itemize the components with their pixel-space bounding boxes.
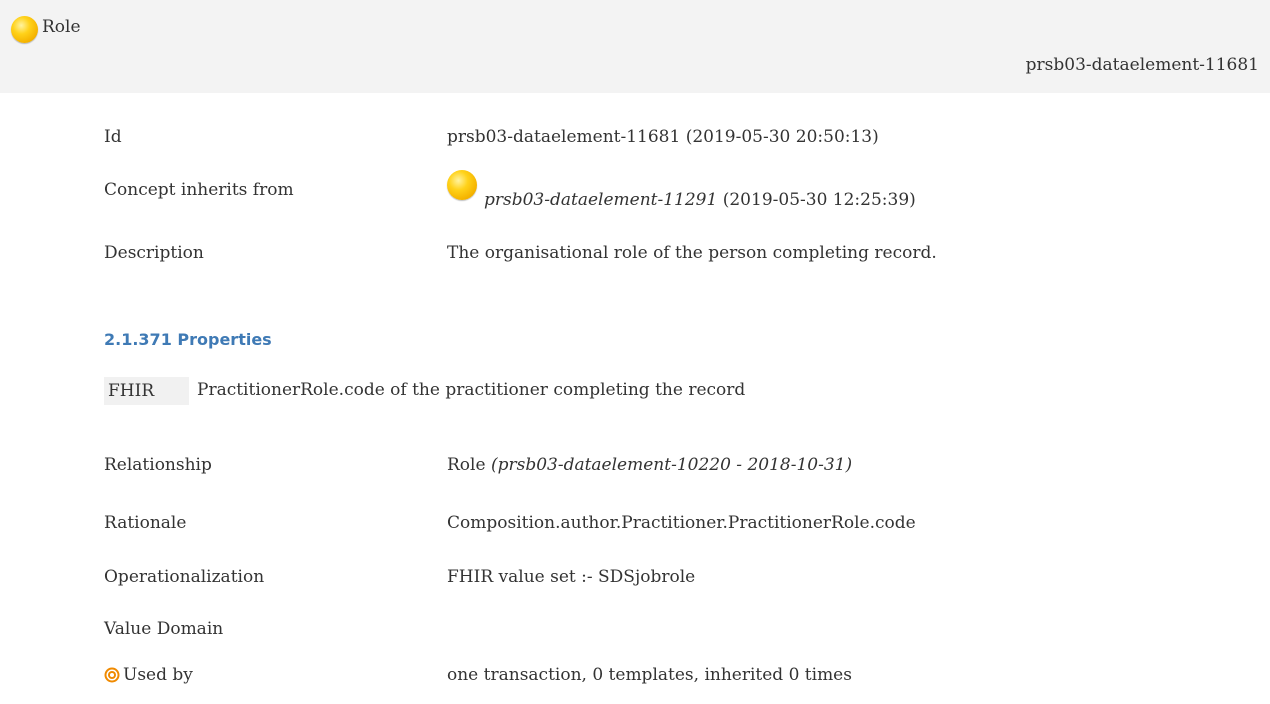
relationship-label: Relationship — [104, 455, 212, 475]
fhir-badge: FHIR — [104, 377, 189, 405]
id-value: prsb03-dataelement-11681 (2019-05-30 20:… — [447, 127, 879, 147]
operationalization-value: FHIR value set :- SDSjobrole — [447, 567, 696, 587]
rationale-label: Rationale — [104, 513, 187, 533]
relationship-name: Role — [447, 455, 486, 475]
operationalization-label: Operationalization — [104, 567, 265, 587]
used-by-value: one transaction, 0 templates, inherited … — [447, 665, 852, 685]
relationship-ref[interactable]: (prsb03-dataelement-10220 - 2018-10-31) — [491, 455, 852, 475]
relationship-value: Role (prsb03-dataelement-10220 - 2018-10… — [447, 455, 852, 475]
concept-id-right: prsb03-dataelement-11681 — [1025, 55, 1259, 75]
id-label: Id — [104, 127, 122, 147]
properties-heading: 2.1.371 Properties — [104, 330, 272, 349]
concept-title: Role — [42, 17, 81, 37]
inherits-date: (2019-05-30 12:25:39) — [722, 190, 916, 210]
inherits-label: Concept inherits from — [104, 180, 294, 200]
yellow-ball-icon — [11, 16, 38, 43]
used-by-label: Used by — [123, 665, 193, 685]
description-label: Description — [104, 243, 204, 263]
inherits-link[interactable]: prsb03-dataelement-11291 — [484, 190, 717, 210]
target-icon — [104, 667, 120, 683]
concept-header: Role prsb03-dataelement-11681 — [0, 0, 1270, 93]
value-domain-label: Value Domain — [104, 619, 224, 639]
rationale-value: Composition.author.Practitioner.Practiti… — [447, 513, 916, 533]
description-value: The organisational role of the person co… — [447, 243, 937, 263]
fhir-mapping-text: PractitionerRole.code of the practitione… — [197, 380, 746, 400]
yellow-ball-icon — [447, 170, 477, 200]
inherits-value: prsb03-dataelement-11291 (2019-05-30 12:… — [484, 190, 916, 210]
